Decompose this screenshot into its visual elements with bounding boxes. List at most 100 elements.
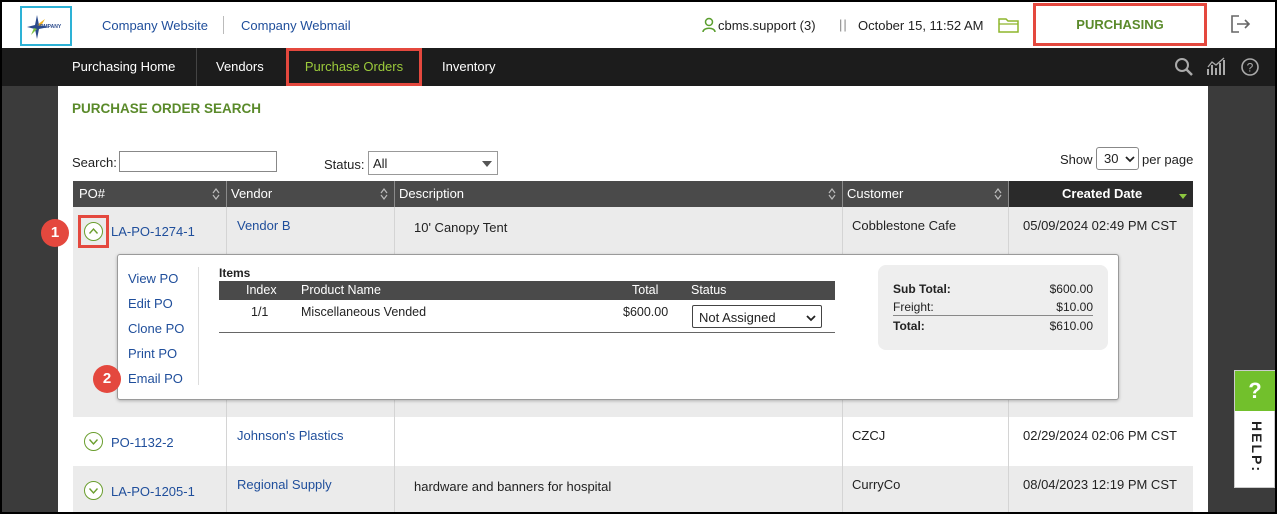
status-select[interactable]: All (368, 151, 498, 175)
header-divider (842, 181, 843, 207)
column-divider (842, 417, 843, 466)
status-label: Status: (324, 157, 365, 172)
expand-row-button[interactable] (84, 432, 103, 451)
logout-icon[interactable] (1230, 14, 1252, 37)
per-page-select[interactable]: 30 (1096, 147, 1139, 170)
search-label: Search: (72, 155, 117, 170)
item-status-select[interactable]: Not Assigned (692, 305, 822, 328)
sort-desc-icon[interactable] (1178, 193, 1188, 200)
po-created-date: 05/09/2024 02:49 PM CST (1023, 218, 1177, 233)
chevron-down-icon (1125, 156, 1135, 163)
freight-value: $10.00 (1056, 300, 1093, 314)
user-icon (702, 17, 716, 36)
header-divider (394, 181, 395, 207)
column-divider (1008, 466, 1009, 512)
vendor-link[interactable]: Johnson's Plastics (237, 428, 344, 443)
column-divider (842, 466, 843, 512)
items-col-total: Total (632, 283, 659, 297)
totals-rule (893, 315, 1093, 316)
header-separator: || (839, 17, 848, 32)
col-header-created-date[interactable]: Created Date (1062, 181, 1142, 207)
item-product-name: Miscellaneous Vended (301, 305, 427, 319)
po-created-date: 02/29/2024 02:06 PM CST (1023, 428, 1177, 443)
search-icon[interactable] (1174, 57, 1194, 80)
po-number-link[interactable]: LA-PO-1205-1 (111, 484, 195, 499)
company-website-link[interactable]: Company Website (102, 18, 208, 33)
column-divider (226, 466, 227, 512)
user-menu[interactable]: cbms.support (3) (702, 17, 816, 36)
annotation-badge-2: 2 (93, 365, 121, 393)
clone-po-link[interactable]: Clone PO (128, 321, 184, 336)
company-webmail-link[interactable]: Company Webmail (241, 18, 351, 33)
items-bottom-rule (219, 332, 835, 333)
top-header: COMPANY Company Website Company Webmail … (2, 2, 1275, 48)
company-logo[interactable]: COMPANY (20, 6, 72, 46)
sort-icon[interactable] (994, 188, 1002, 200)
help-question-icon: ? (1235, 371, 1275, 411)
col-header-customer[interactable]: Customer (847, 181, 903, 207)
column-divider (226, 417, 227, 466)
col-header-description[interactable]: Description (399, 181, 464, 207)
items-col-index: Index (246, 283, 277, 297)
chevron-down-icon (88, 439, 99, 446)
vendor-link[interactable]: Vendor B (237, 218, 291, 233)
items-title: Items (219, 266, 251, 280)
search-input[interactable] (119, 151, 277, 172)
nav-inventory[interactable]: Inventory (442, 48, 495, 86)
col-header-vendor[interactable]: Vendor (231, 181, 272, 207)
print-po-link[interactable]: Print PO (128, 346, 177, 361)
per-page-value: 30 (1104, 151, 1119, 166)
freight-label: Freight: (893, 300, 934, 314)
sort-icon[interactable] (380, 188, 388, 200)
subtotal-label: Sub Total: (893, 282, 951, 296)
totals-box: Sub Total: $600.00 Freight: $10.00 Total… (878, 265, 1108, 350)
subtotal-value: $600.00 (1049, 282, 1093, 296)
annotation-badge-1: 1 (41, 219, 69, 247)
help-tab[interactable]: ? HELP: (1234, 370, 1275, 488)
sort-icon[interactable] (212, 188, 220, 200)
po-customer: CurryCo (852, 477, 901, 492)
logo-text: COMPANY (36, 24, 62, 30)
col-header-po[interactable]: PO# (79, 181, 105, 207)
item-total: $600.00 (623, 305, 669, 319)
sort-icon[interactable] (828, 188, 836, 200)
po-created-date: 08/04/2023 12:19 PM CST (1023, 477, 1177, 492)
nav-purchase-orders[interactable]: Purchase Orders (286, 48, 422, 86)
po-description: hardware and banners for hospital (414, 479, 612, 494)
email-po-link[interactable]: Email PO (128, 371, 183, 386)
items-col-status: Status (691, 283, 727, 297)
po-number-link[interactable]: PO-1132-2 (111, 435, 174, 450)
folder-icon[interactable] (998, 16, 1020, 37)
purchasing-module-button[interactable]: PURCHASING (1033, 3, 1207, 46)
vendor-link[interactable]: Regional Supply (237, 477, 332, 492)
edit-po-link[interactable]: Edit PO (128, 296, 173, 311)
total-label: Total: (893, 319, 925, 333)
current-datetime: October 15, 11:52 AM (858, 18, 984, 33)
view-po-link[interactable]: View PO (128, 271, 178, 286)
purchasing-module-label: PURCHASING (1076, 17, 1164, 32)
header-divider (226, 181, 227, 207)
header-divider (1008, 181, 1009, 207)
help-tab-label: HELP: (1249, 421, 1265, 473)
chevron-down-icon (482, 161, 492, 167)
column-divider (394, 417, 395, 466)
items-col-product: Product Name (301, 283, 381, 297)
nav-purchase-orders-label: Purchase Orders (304, 59, 404, 74)
item-index: 1/1 (251, 305, 269, 319)
main-nav: Purchasing Home Vendors Inventory ? (2, 48, 1275, 86)
expand-row-button[interactable] (84, 481, 103, 500)
po-description: 10' Canopy Tent (414, 220, 508, 235)
po-customer: CZCJ (852, 428, 886, 443)
total-value: $610.00 (1049, 319, 1093, 333)
nav-vendors[interactable]: Vendors (216, 48, 264, 86)
help-circle-icon[interactable]: ? (1240, 57, 1260, 80)
po-number-link[interactable]: LA-PO-1274-1 (111, 224, 195, 239)
reports-chart-icon[interactable] (1206, 57, 1228, 80)
column-divider (1008, 417, 1009, 466)
svg-text:?: ? (1247, 61, 1254, 75)
expander-highlight (78, 215, 109, 248)
user-name: cbms.support (3) (718, 18, 816, 33)
po-detail-panel: View PO Edit PO Clone PO Print PO Email … (117, 254, 1119, 400)
link-separator (223, 16, 224, 34)
nav-purchasing-home[interactable]: Purchasing Home (72, 48, 175, 86)
